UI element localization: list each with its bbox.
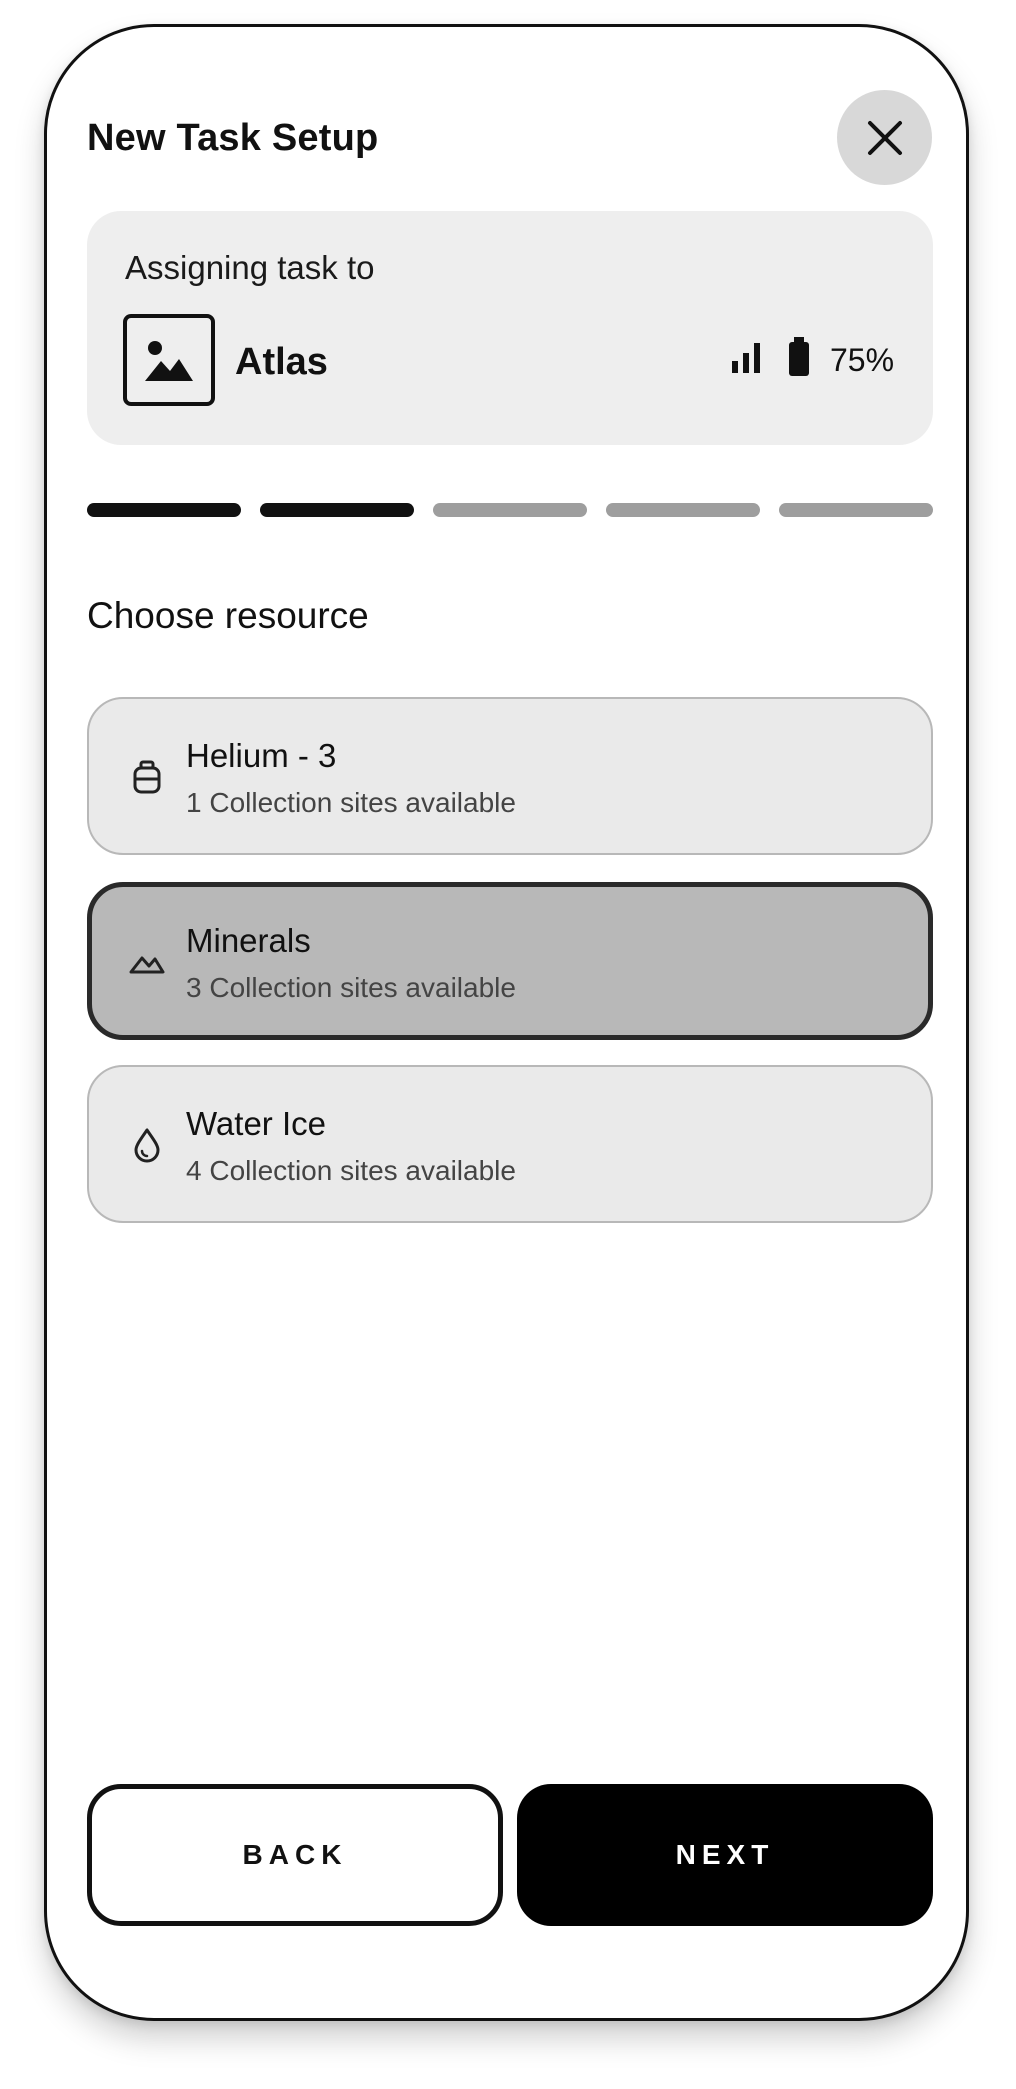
section-title: Choose resource xyxy=(87,595,369,636)
resource-subtitle: 4 Collection sites available xyxy=(186,1155,516,1186)
resource-subtitle: 1 Collection sites available xyxy=(186,787,516,818)
close-button[interactable] xyxy=(837,90,932,185)
progress-step xyxy=(433,503,587,517)
mountains-icon xyxy=(129,956,165,974)
step-progress xyxy=(87,503,933,517)
robot-avatar xyxy=(123,314,215,406)
robot-name: Atlas xyxy=(235,341,328,383)
progress-step xyxy=(779,503,933,517)
resource-name: Minerals xyxy=(186,922,311,959)
assignment-card: Assigning task to Atlas 75% xyxy=(87,211,933,445)
progress-step xyxy=(87,503,241,517)
resource-option-water-ice[interactable]: Water Ice 4 Collection sites available xyxy=(87,1065,933,1223)
page-title: New Task Setup xyxy=(87,117,379,159)
resource-option-minerals[interactable]: Minerals 3 Collection sites available xyxy=(87,882,933,1040)
gas-canister-icon xyxy=(133,760,161,794)
water-drop-icon xyxy=(134,1128,160,1163)
close-icon xyxy=(867,120,902,155)
resource-option-helium-3[interactable]: Helium - 3 1 Collection sites available xyxy=(87,697,933,855)
battery-percent: 75% xyxy=(830,342,895,378)
resource-subtitle: 3 Collection sites available xyxy=(186,972,516,1003)
assignment-label: Assigning task to xyxy=(125,249,375,286)
image-placeholder-icon xyxy=(145,341,193,381)
battery-icon xyxy=(789,337,809,376)
phone-frame: New Task Setup Assigning task to Atlas 7… xyxy=(44,24,969,2021)
progress-step xyxy=(606,503,760,517)
next-button[interactable]: NEXT xyxy=(517,1784,933,1926)
signal-bars-icon xyxy=(732,343,760,373)
resource-name: Water Ice xyxy=(186,1105,326,1142)
back-button[interactable]: BACK xyxy=(87,1784,503,1926)
progress-step xyxy=(260,503,414,517)
resource-name: Helium - 3 xyxy=(186,737,337,774)
